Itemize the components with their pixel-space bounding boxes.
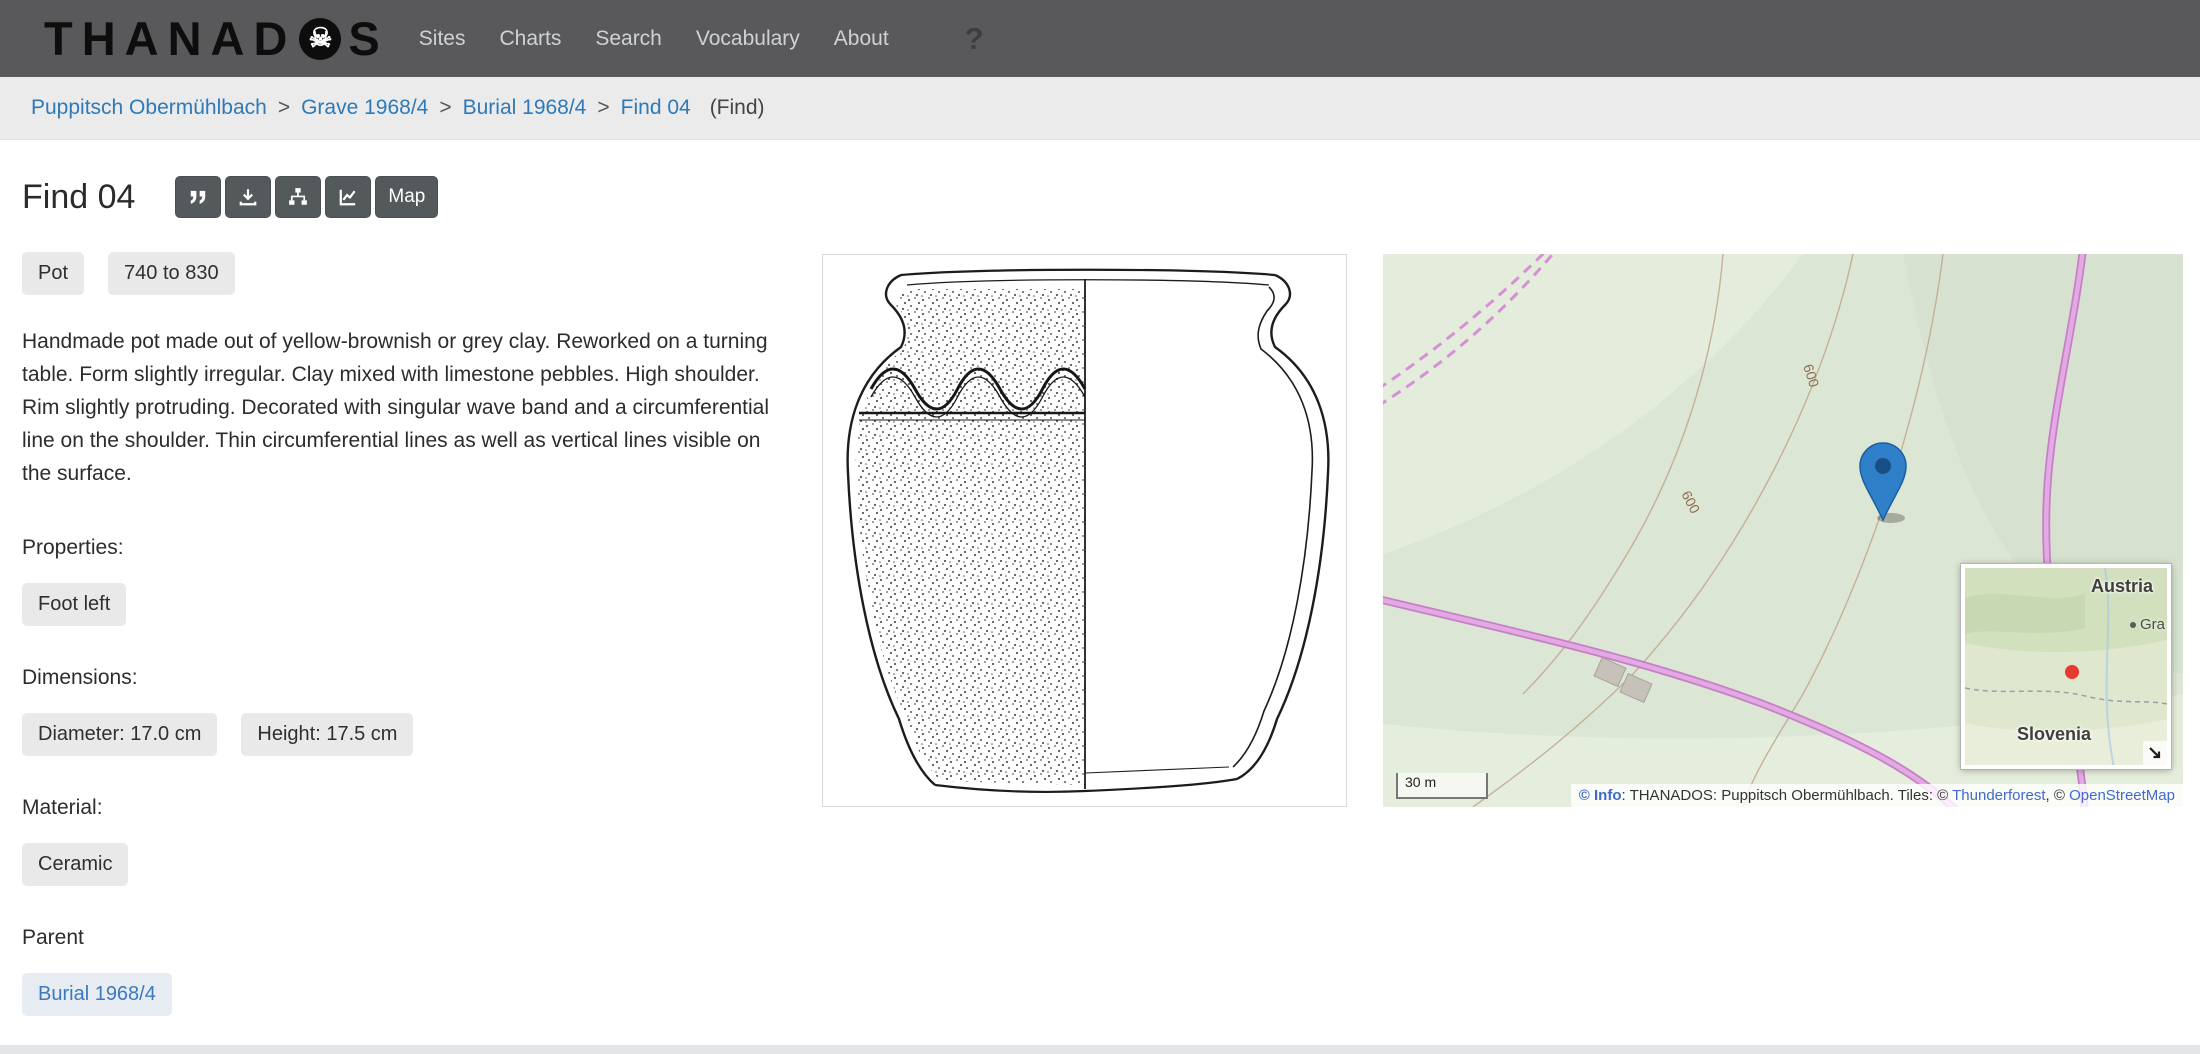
map-button-label: Map xyxy=(388,186,425,208)
minimap-inset[interactable]: Austria Gra Slovenia xyxy=(1961,564,2171,769)
dimensions-row: Diameter: 17.0 cm Height: 17.5 cm xyxy=(22,713,802,756)
breadcrumb-grave-link[interactable]: Grave 1968/4 xyxy=(301,96,428,120)
breadcrumb-separator: > xyxy=(278,96,290,120)
top-navbar: THANAD ☠ S Sites Charts Search Vocabular… xyxy=(0,0,2200,77)
map-scale-label: 30 m xyxy=(1405,774,1436,790)
skull-icon: ☠ xyxy=(299,18,341,60)
nav-item-charts[interactable]: Charts xyxy=(499,27,561,51)
material-label: Material: xyxy=(22,796,802,820)
parent-link-badge[interactable]: Burial 1968/4 xyxy=(22,973,172,1016)
minimap-country-austria: Austria xyxy=(2091,576,2153,597)
height-badge: Height: 17.5 cm xyxy=(241,713,413,756)
breadcrumb-separator: > xyxy=(597,96,609,120)
find-description: Handmade pot made out of yellow-brownish… xyxy=(22,325,770,490)
nav-item-about[interactable]: About xyxy=(834,27,889,51)
find-image[interactable] xyxy=(822,254,1347,807)
minimap-toggle-arrow-icon xyxy=(2147,745,2163,761)
material-row: Ceramic xyxy=(22,843,802,886)
dimensions-label: Dimensions: xyxy=(22,666,802,690)
quote-icon xyxy=(188,187,208,207)
main-content: Find 04 xyxy=(0,140,2200,1045)
dating-badge: 740 to 830 xyxy=(108,252,235,295)
network-button[interactable] xyxy=(275,176,321,218)
map-attribution: © Info: THANADOS: Puppitsch Obermühlbach… xyxy=(1571,784,2183,807)
parent-label: Parent xyxy=(22,926,802,950)
brand-text-suffix: S xyxy=(348,11,388,66)
find-toolbar: Map xyxy=(175,176,438,218)
chart-line-icon xyxy=(338,187,358,207)
download-button[interactable] xyxy=(225,176,271,218)
page-title: Find 04 xyxy=(22,178,135,217)
citation-button[interactable] xyxy=(175,176,221,218)
attribution-info-link[interactable]: © Info xyxy=(1579,787,1622,804)
minimap-toggle-button[interactable] xyxy=(2143,741,2167,765)
breadcrumb-type-suffix: (Find) xyxy=(710,96,765,120)
city-dot-icon xyxy=(2130,622,2136,628)
breadcrumb-site-link[interactable]: Puppitsch Obermühlbach xyxy=(31,96,267,120)
help-icon[interactable]: ? xyxy=(965,21,984,57)
attribution-thunderforest-link[interactable]: Thunderforest xyxy=(1952,787,2045,804)
tags-row: Pot 740 to 830 xyxy=(22,252,802,295)
map-scale-bar: 30 m xyxy=(1396,773,1488,799)
download-icon xyxy=(238,187,258,207)
find-details-column: Find 04 xyxy=(22,176,802,1016)
title-row: Find 04 xyxy=(22,176,802,218)
network-icon xyxy=(288,187,308,207)
attribution-text: , © xyxy=(2046,787,2070,804)
nav-item-vocabulary[interactable]: Vocabulary xyxy=(696,27,800,51)
properties-row: Foot left xyxy=(22,583,802,626)
attribution-osm-link[interactable]: OpenStreetMap xyxy=(2069,787,2175,804)
brand-text-prefix: THANAD xyxy=(44,11,296,66)
map-button[interactable]: Map xyxy=(375,176,438,218)
breadcrumb-burial-link[interactable]: Burial 1968/4 xyxy=(463,96,587,120)
map-canvas[interactable]: 600 600 xyxy=(1383,254,2183,807)
pot-drawing xyxy=(823,255,1348,808)
brand-logo[interactable]: THANAD ☠ S xyxy=(44,11,389,66)
breadcrumb-separator: > xyxy=(439,96,451,120)
chart-button[interactable] xyxy=(325,176,371,218)
properties-label: Properties: xyxy=(22,536,802,560)
type-badge: Pot xyxy=(22,252,84,295)
breadcrumb: Puppitsch Obermühlbach > Grave 1968/4 > … xyxy=(0,77,2200,140)
parent-row: Burial 1968/4 xyxy=(22,973,802,1016)
material-badge: Ceramic xyxy=(22,843,128,886)
diameter-badge: Diameter: 17.0 cm xyxy=(22,713,217,756)
minimap-city-graz: Gra xyxy=(2130,616,2165,633)
nav-item-search[interactable]: Search xyxy=(595,27,662,51)
nav-item-sites[interactable]: Sites xyxy=(419,27,466,51)
property-badge: Foot left xyxy=(22,583,126,626)
attribution-text: : THANADOS: Puppitsch Obermühlbach. Tile… xyxy=(1622,787,1953,804)
minimap-country-slovenia: Slovenia xyxy=(2017,724,2091,745)
breadcrumb-find-link[interactable]: Find 04 xyxy=(621,96,691,120)
nav-menu: Sites Charts Search Vocabulary About xyxy=(419,27,889,51)
footer-bar xyxy=(0,1045,2200,1054)
